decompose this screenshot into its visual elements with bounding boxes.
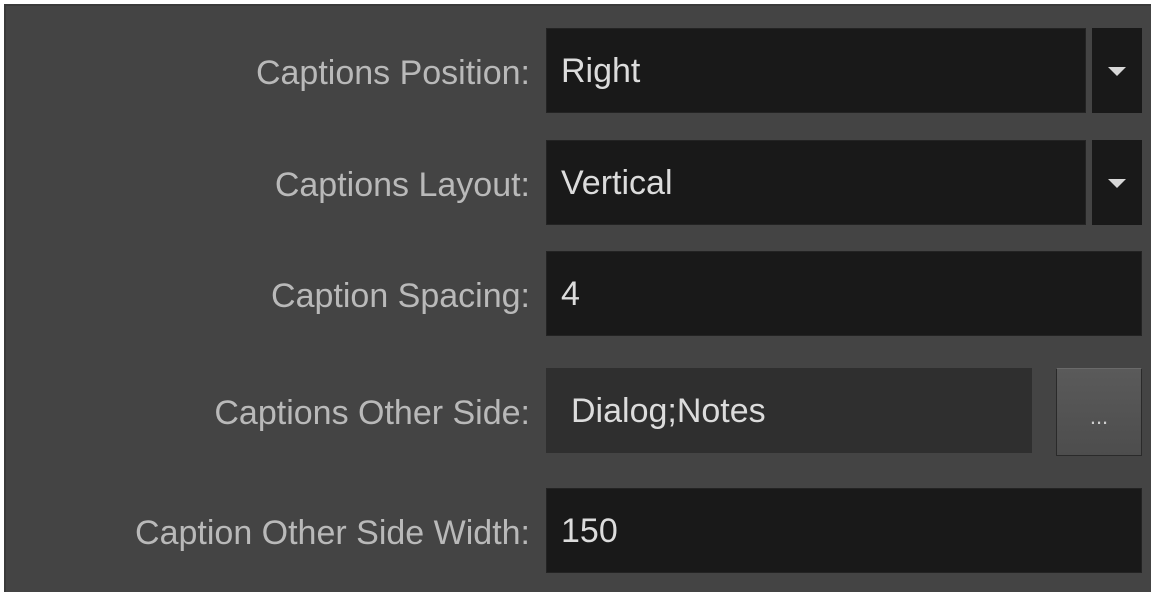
captions-position-row: Captions Position: Right <box>6 28 1153 118</box>
captions-other-side-label: Captions Other Side: <box>214 394 530 432</box>
chevron-down-icon <box>1108 178 1126 188</box>
caption-other-side-width-input[interactable]: 150 <box>546 488 1142 573</box>
caption-spacing-row: Caption Spacing: 4 <box>6 251 1153 341</box>
caption-spacing-label: Caption Spacing: <box>271 277 530 315</box>
captions-position-dropdown-button[interactable] <box>1089 28 1142 113</box>
caption-properties-panel: Captions Position: Right Captions Layout… <box>4 4 1151 592</box>
captions-other-side-row: Captions Other Side: Dialog;Notes ... <box>6 368 1153 458</box>
captions-other-side-field: Dialog;Notes <box>546 368 1032 453</box>
captions-position-select[interactable]: Right <box>546 28 1086 113</box>
caption-other-side-width-label: Caption Other Side Width: <box>135 514 530 552</box>
captions-position-label: Captions Position: <box>255 54 530 92</box>
captions-other-side-browse-button[interactable]: ... <box>1056 368 1142 456</box>
captions-layout-select[interactable]: Vertical <box>546 140 1086 225</box>
captions-layout-row: Captions Layout: Vertical <box>6 140 1153 230</box>
caption-spacing-input[interactable]: 4 <box>546 251 1142 336</box>
captions-layout-dropdown-button[interactable] <box>1089 140 1142 225</box>
chevron-down-icon <box>1108 66 1126 76</box>
captions-layout-label: Captions Layout: <box>274 166 530 204</box>
caption-other-side-width-row: Caption Other Side Width: 150 <box>6 488 1153 578</box>
